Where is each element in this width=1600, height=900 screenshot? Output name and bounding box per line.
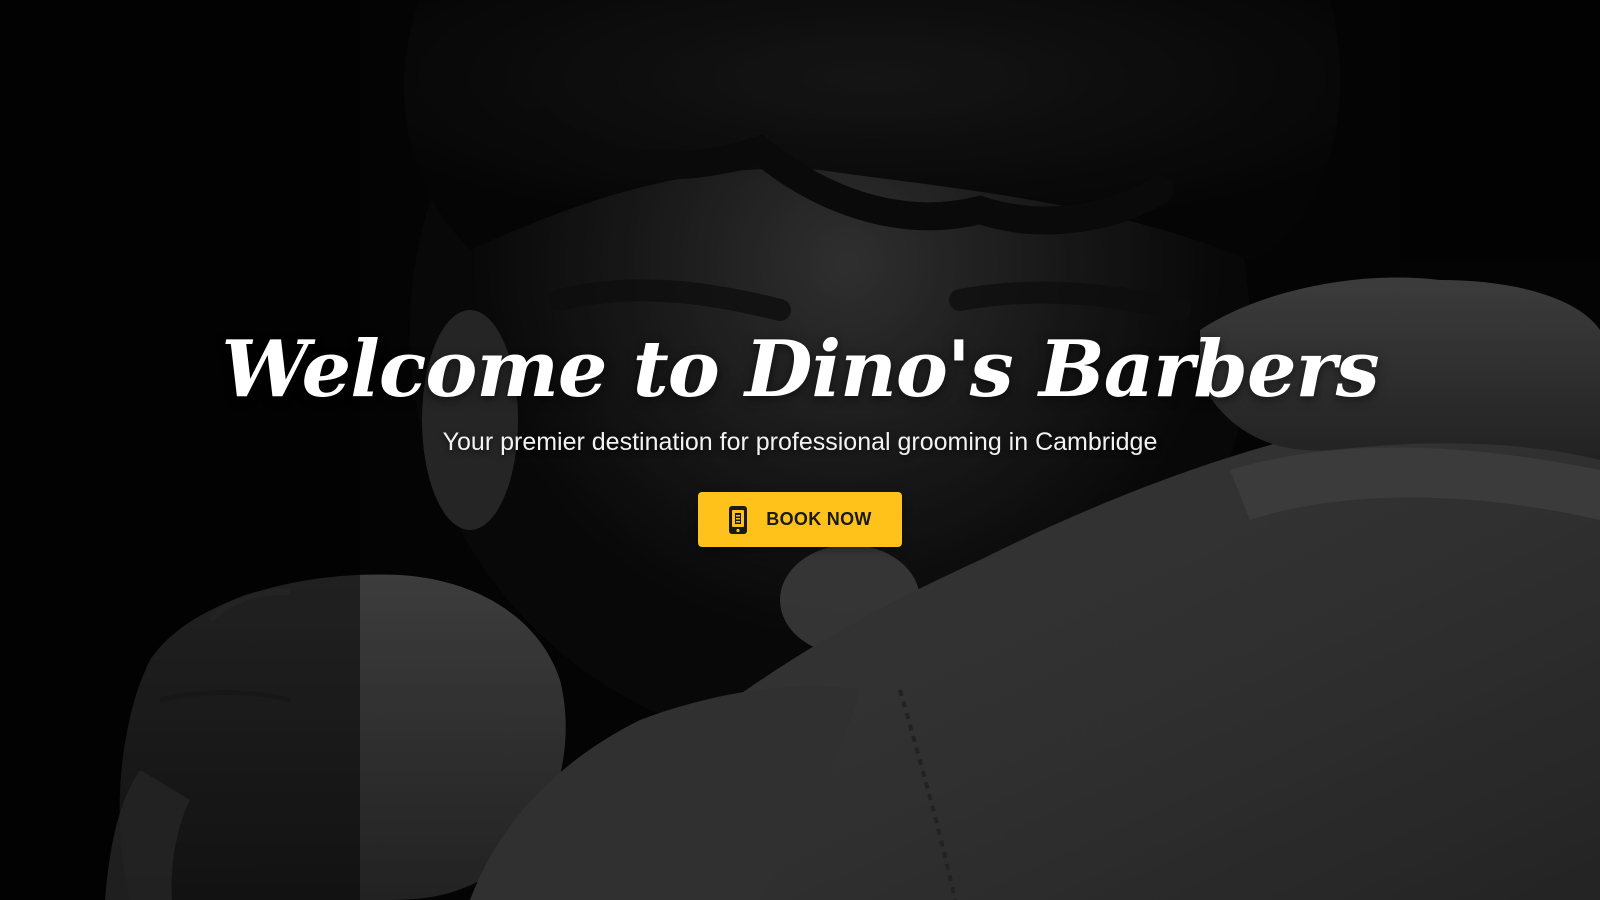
book-now-label: BOOK NOW <box>766 509 872 529</box>
hero-subtitle: Your premier destination for professiona… <box>442 428 1158 456</box>
hero-section: Welcome to Dino's Barbers Your premier d… <box>0 0 1600 900</box>
hero-title: Welcome to Dino's Barbers <box>221 324 1379 415</box>
book-now-button[interactable]: BOOK NOW <box>698 492 902 547</box>
mobile-phone-icon <box>728 505 748 535</box>
hero-content: Welcome to Dino's Barbers Your premier d… <box>0 322 1600 547</box>
